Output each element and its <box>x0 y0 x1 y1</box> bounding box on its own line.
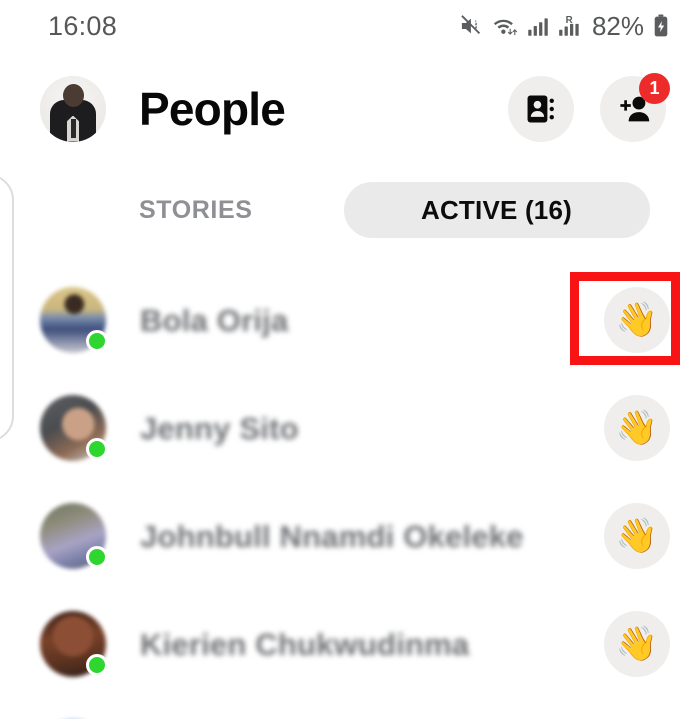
avatar-tie <box>70 118 76 138</box>
wave-button[interactable]: 👋 <box>604 503 670 569</box>
status-bar-time: 16:08 <box>48 10 118 41</box>
wave-hand-icon: 👋 <box>615 625 659 663</box>
wave-button[interactable]: 👋 <box>604 287 670 353</box>
avatar <box>40 395 108 461</box>
signal-icon <box>528 18 548 36</box>
battery-percentage: 82% <box>591 11 644 41</box>
add-person-button[interactable]: 1 <box>600 72 670 142</box>
list-item[interactable]: Jenny Sito 👋 <box>0 374 696 482</box>
wave-hand-icon: 👋 <box>615 301 659 339</box>
page-header: People 1 <box>0 52 696 165</box>
avatar-head <box>63 84 84 108</box>
wave-button[interactable]: 👋 <box>604 611 670 677</box>
avatar <box>40 611 108 677</box>
person-name: Bola Orija <box>140 302 289 338</box>
wifi-icon <box>493 19 518 36</box>
list-item[interactable]: Johnbull Nnamdi Okeleke 👋 <box>0 482 696 590</box>
online-status-dot <box>86 330 108 352</box>
tab-stories[interactable]: STORIES <box>139 196 253 225</box>
person-name: Jenny Sito <box>140 410 299 446</box>
messenger-people-screen: 16:08 R 82% People 1 STORIES ACTIVE (16)… <box>0 0 696 719</box>
mute-icon <box>461 15 481 35</box>
wave-hand-icon: 👋 <box>615 409 659 447</box>
online-status-dot <box>86 654 108 676</box>
online-status-dot <box>86 438 108 460</box>
avatar <box>40 503 108 569</box>
contacts-book-icon <box>527 95 554 122</box>
wave-button[interactable]: 👋 <box>604 395 670 461</box>
roaming-signal-icon: R <box>559 15 579 36</box>
tab-bar: STORIES ACTIVE (16) <box>0 178 696 242</box>
person-name: Johnbull Nnamdi Okeleke <box>140 518 524 554</box>
status-bar: 16:08 R 82% <box>0 0 696 52</box>
people-list: Bola Orija 👋 Jenny Sito 👋 Johnbull Nnamd… <box>0 266 696 719</box>
add-person-badge: 1 <box>639 72 670 104</box>
list-item[interactable]: Bola Orija 👋 <box>0 266 696 374</box>
person-name: Kierien Chukwudinma <box>140 626 470 662</box>
wave-hand-icon: 👋 <box>615 517 659 555</box>
tab-active[interactable]: ACTIVE (16) <box>343 182 650 238</box>
status-bar-icons: R 82% <box>458 13 670 39</box>
contacts-button[interactable] <box>508 75 574 142</box>
avatar <box>40 287 108 353</box>
online-status-dot <box>86 546 108 568</box>
battery-charging-icon <box>654 14 668 37</box>
page-title: People <box>139 82 286 135</box>
list-item[interactable]: Kierien Chukwudinma 👋 <box>0 590 696 698</box>
list-item-partial[interactable] <box>0 698 696 719</box>
profile-avatar[interactable] <box>40 75 106 142</box>
